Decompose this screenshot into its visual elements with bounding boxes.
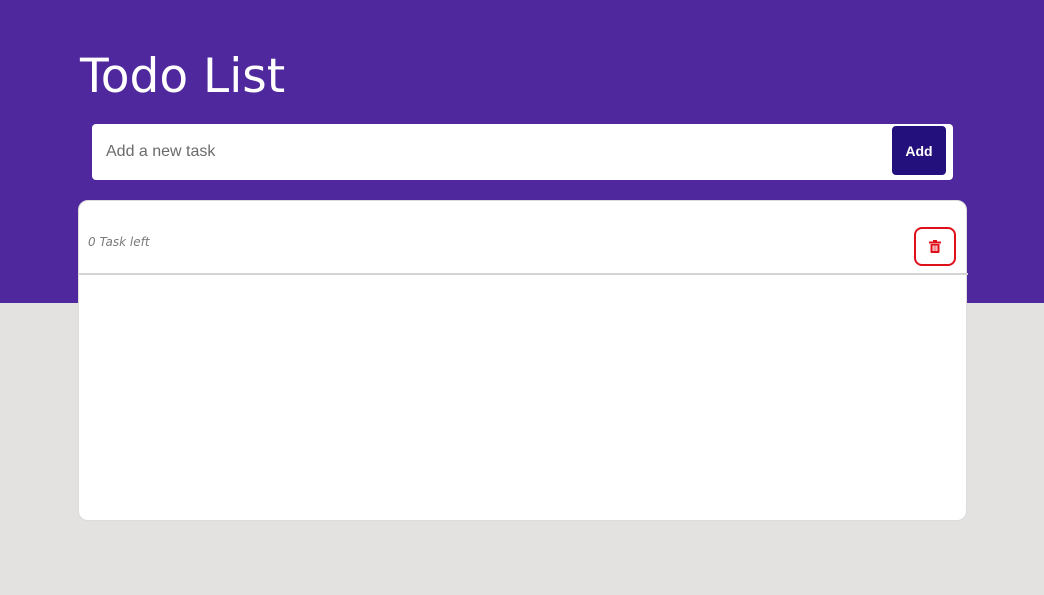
new-task-input[interactable]	[92, 124, 882, 180]
clear-tasks-button[interactable]	[914, 227, 956, 266]
page-title: Todo List	[80, 49, 286, 104]
task-card: 0 Task left	[78, 200, 968, 521]
add-task-bar: Add	[92, 124, 953, 180]
task-list	[79, 275, 966, 520]
trash-icon	[929, 240, 941, 253]
task-card-header: 0 Task left	[79, 201, 968, 275]
tasks-left-counter: 0 Task left	[88, 235, 150, 249]
add-button[interactable]: Add	[892, 126, 946, 175]
